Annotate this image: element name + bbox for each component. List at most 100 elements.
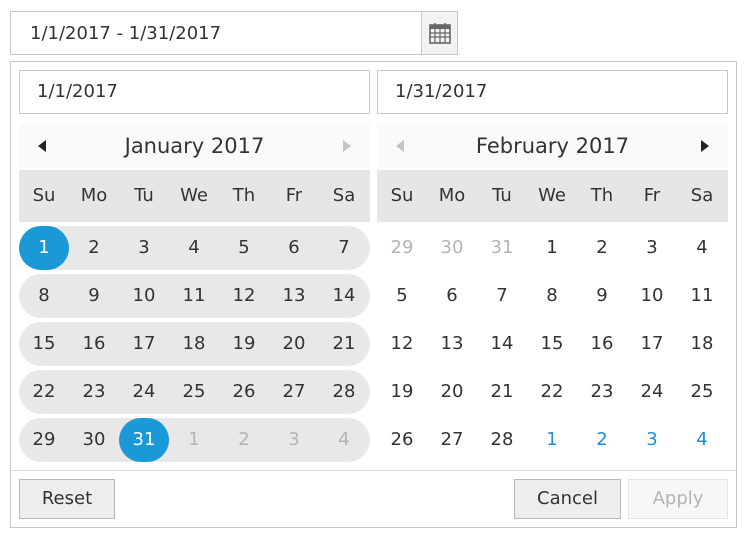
day-cell[interactable]: 12 — [219, 274, 269, 318]
selected-day[interactable]: 1 — [19, 226, 69, 270]
day-cell[interactable]: 9 — [577, 274, 627, 318]
date-range-input[interactable]: 1/1/2017 - 1/31/2017 — [10, 11, 458, 55]
end-date-value[interactable]: 1/31/2017 — [395, 71, 487, 113]
reset-button[interactable]: Reset — [19, 479, 115, 519]
day-cell[interactable]: 2 — [69, 226, 119, 270]
start-date-field[interactable]: 1/1/2017 — [19, 70, 370, 114]
day-cell[interactable]: 3 — [627, 226, 677, 270]
calendar-january: January 2017 Su Mo Tu We Th Fr Sa 1 2 3 4 5 6 7 8 9 10 1… — [19, 124, 370, 462]
weekday-label: Th — [232, 185, 256, 206]
day-cell[interactable]: 11 — [677, 274, 727, 318]
day-cell[interactable]: 1 — [527, 418, 577, 462]
month-title: January 2017 — [124, 134, 265, 158]
day-cell[interactable]: 21 — [477, 370, 527, 414]
calendar-header: January 2017 — [19, 124, 370, 168]
day-cell[interactable]: 6 — [269, 226, 319, 270]
day-cell[interactable]: 5 — [377, 274, 427, 318]
day-cell[interactable]: 27 — [427, 418, 477, 462]
day-cell[interactable]: 19 — [219, 322, 269, 366]
weekday-label: Sa — [332, 185, 356, 206]
next-month-icon[interactable] — [696, 138, 712, 154]
day-cell[interactable]: 8 — [19, 274, 69, 318]
weekday-label: We — [180, 185, 208, 206]
day-cell[interactable]: 10 — [627, 274, 677, 318]
weekday-label: Tu — [492, 185, 512, 206]
day-cell[interactable]: 30 — [69, 418, 119, 462]
day-cell[interactable]: 3 — [627, 418, 677, 462]
day-cell[interactable]: 14 — [477, 322, 527, 366]
cancel-button[interactable]: Cancel — [514, 479, 621, 519]
day-cell[interactable]: 22 — [19, 370, 69, 414]
day-cell[interactable]: 7 — [477, 274, 527, 318]
day-cell[interactable]: 28 — [319, 370, 369, 414]
day-cell[interactable]: 4 — [677, 418, 727, 462]
next-month-icon-disabled — [338, 138, 354, 154]
day-cell[interactable]: 27 — [269, 370, 319, 414]
start-date-value[interactable]: 1/1/2017 — [37, 71, 118, 113]
calendar-february: February 2017 Su Mo Tu We Th Fr Sa 29 30 31 1 2 3 4 5… — [377, 124, 728, 450]
day-cell[interactable]: 17 — [627, 322, 677, 366]
weekday-label: Su — [32, 185, 56, 206]
day-cell[interactable]: 13 — [269, 274, 319, 318]
day-cell[interactable]: 28 — [477, 418, 527, 462]
day-cell[interactable]: 30 — [427, 226, 477, 270]
day-cell[interactable]: 4 — [677, 226, 727, 270]
month-title: February 2017 — [475, 134, 630, 158]
day-cell[interactable]: 16 — [577, 322, 627, 366]
day-cell[interactable]: 4 — [169, 226, 219, 270]
day-cell[interactable]: 25 — [169, 370, 219, 414]
day-cell[interactable]: 18 — [677, 322, 727, 366]
day-cell[interactable]: 3 — [269, 418, 319, 462]
day-cell[interactable]: 15 — [19, 322, 69, 366]
weekday-label: Fr — [643, 185, 661, 206]
end-date-field[interactable]: 1/31/2017 — [377, 70, 728, 114]
weekday-label: We — [538, 185, 566, 206]
calendar-header: February 2017 — [377, 124, 728, 168]
day-cell[interactable]: 9 — [69, 274, 119, 318]
day-cell[interactable]: 8 — [527, 274, 577, 318]
day-cell[interactable]: 23 — [69, 370, 119, 414]
day-cell[interactable]: 18 — [169, 322, 219, 366]
day-cell[interactable]: 24 — [627, 370, 677, 414]
day-cell[interactable]: 14 — [319, 274, 369, 318]
day-cell[interactable]: 17 — [119, 322, 169, 366]
selected-day[interactable]: 31 — [119, 418, 169, 462]
day-cell[interactable]: 4 — [319, 418, 369, 462]
day-cell[interactable]: 7 — [319, 226, 369, 270]
weekday-header: Su Mo Tu We Th Fr Sa — [19, 170, 370, 222]
day-cell[interactable]: 13 — [427, 322, 477, 366]
day-cell[interactable]: 22 — [527, 370, 577, 414]
day-cell[interactable]: 26 — [377, 418, 427, 462]
day-cell[interactable]: 2 — [577, 418, 627, 462]
day-cell[interactable]: 24 — [119, 370, 169, 414]
date-range-value[interactable]: 1/1/2017 - 1/31/2017 — [30, 12, 221, 56]
day-cell[interactable]: 6 — [427, 274, 477, 318]
weekday-label: Sa — [690, 185, 714, 206]
day-cell[interactable]: 3 — [119, 226, 169, 270]
day-cell[interactable]: 1 — [527, 226, 577, 270]
day-cell[interactable]: 20 — [269, 322, 319, 366]
weekday-label: Th — [590, 185, 614, 206]
calendar-icon[interactable] — [421, 12, 457, 54]
day-cell[interactable]: 10 — [119, 274, 169, 318]
day-cell[interactable]: 23 — [577, 370, 627, 414]
day-cell[interactable]: 16 — [69, 322, 119, 366]
day-cell[interactable]: 20 — [427, 370, 477, 414]
day-cell[interactable]: 2 — [577, 226, 627, 270]
day-cell[interactable]: 12 — [377, 322, 427, 366]
day-cell[interactable]: 25 — [677, 370, 727, 414]
day-cell[interactable]: 15 — [527, 322, 577, 366]
day-cell[interactable]: 21 — [319, 322, 369, 366]
day-cell[interactable]: 1 — [169, 418, 219, 462]
weekday-label: Su — [390, 185, 414, 206]
apply-button[interactable]: Apply — [628, 479, 728, 519]
day-cell[interactable]: 29 — [377, 226, 427, 270]
day-cell[interactable]: 11 — [169, 274, 219, 318]
day-cell[interactable]: 31 — [477, 226, 527, 270]
weekday-header: Su Mo Tu We Th Fr Sa — [377, 170, 728, 222]
day-cell[interactable]: 5 — [219, 226, 269, 270]
day-cell[interactable]: 2 — [219, 418, 269, 462]
day-cell[interactable]: 19 — [377, 370, 427, 414]
day-cell[interactable]: 29 — [19, 418, 69, 462]
day-cell[interactable]: 26 — [219, 370, 269, 414]
